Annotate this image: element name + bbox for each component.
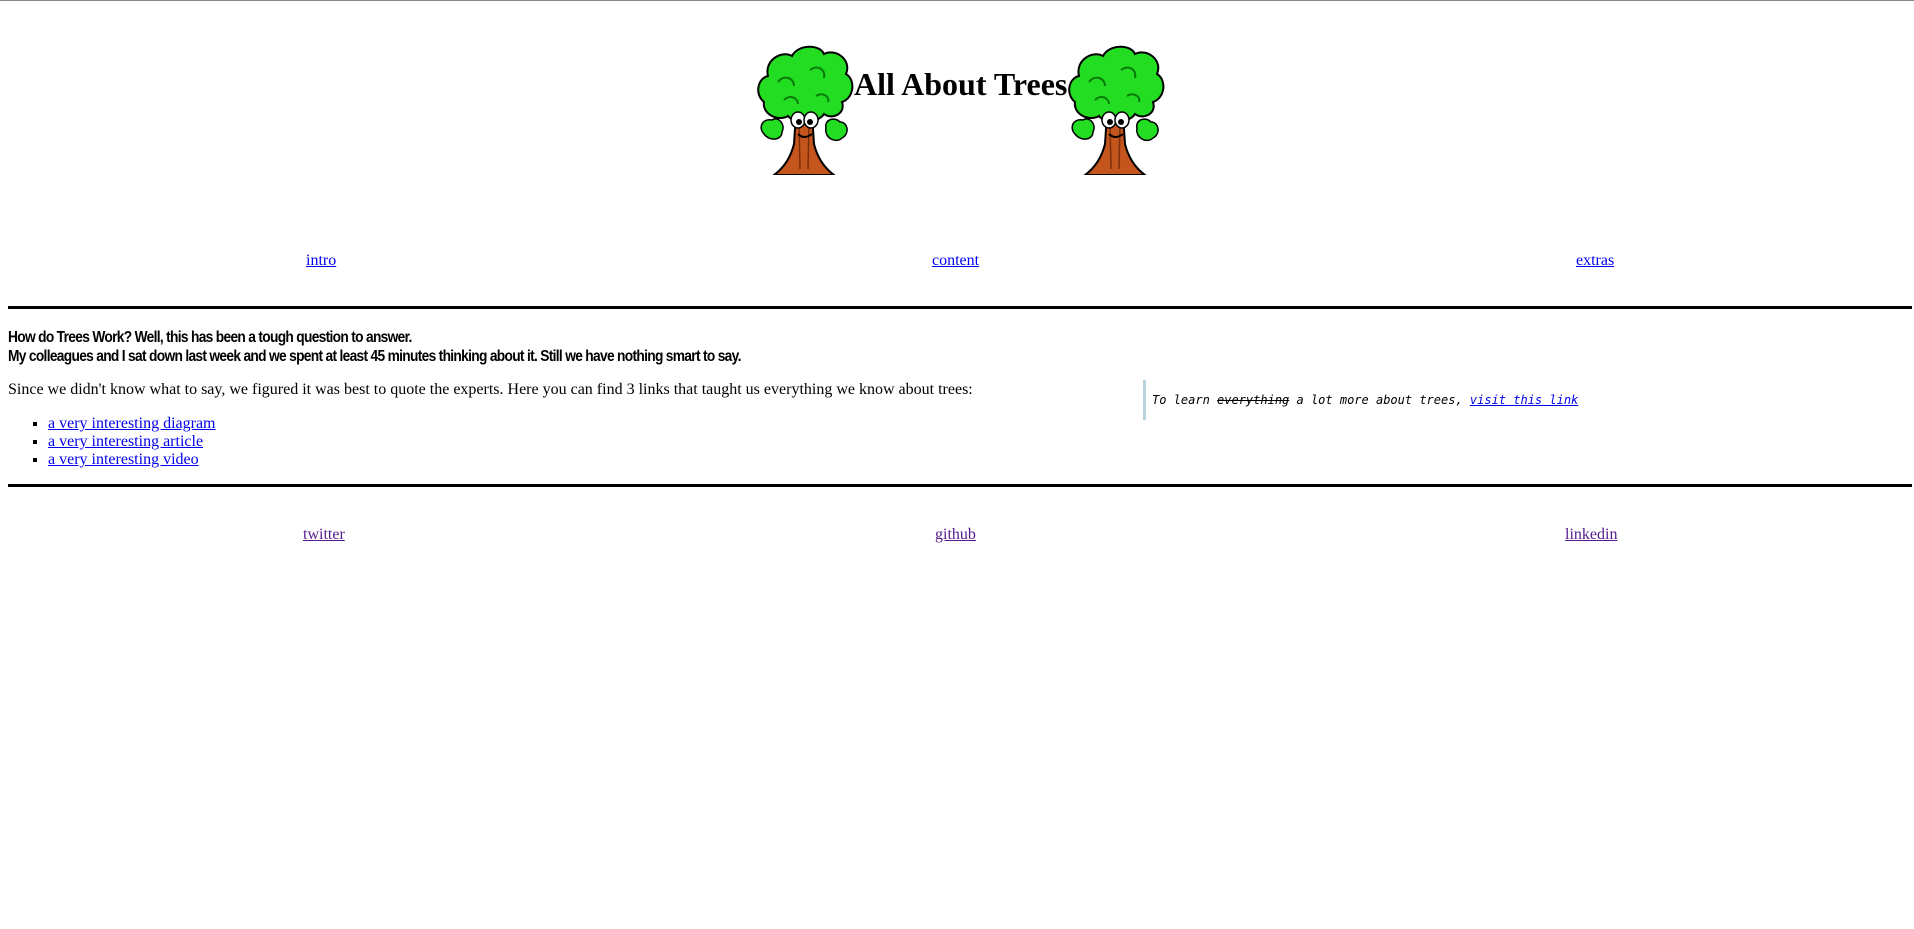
list-item: a very interesting video [48,451,216,469]
nav-link-content[interactable]: content [932,253,979,269]
aside-struck-text: everything [1217,393,1290,407]
linkedin-link[interactable]: linkedin [1565,527,1617,543]
diagram-link[interactable]: a very interesting diagram [48,415,216,432]
expert-links-list: a very interesting diagram a very intere… [8,415,216,469]
heading-line: My colleagues and I sat down last week a… [8,348,741,365]
tree-mascot-icon [1068,45,1165,175]
heading-line: How do Trees Work? Well, this has been a… [8,329,412,346]
section-divider [8,306,1912,309]
nav-link-intro[interactable]: intro [306,253,336,269]
aside-text-middle: a lot more about trees, [1289,393,1470,407]
video-link[interactable]: a very interesting video [48,451,199,468]
site-header: All About Trees [0,44,1914,179]
aside-link[interactable]: visit this link [1470,393,1578,407]
twitter-link[interactable]: twitter [303,527,345,543]
aside-note: To learn everything a lot more about tre… [1143,380,1578,420]
section-heading: How do Trees Work? Well, this has been a… [8,328,741,366]
aside-text-prefix: To learn [1152,393,1218,407]
nav-link-extras[interactable]: extras [1576,253,1614,269]
top-border [0,0,1914,1]
article-link[interactable]: a very interesting article [48,433,203,450]
tree-mascot-icon [757,45,854,175]
list-item: a very interesting article [48,433,216,451]
intro-paragraph: Since we didn't know what to say, we fig… [8,381,973,398]
github-link[interactable]: github [935,527,976,543]
section-divider [8,484,1912,487]
page-title: All About Trees [854,66,1068,102]
list-item: a very interesting diagram [48,415,216,433]
